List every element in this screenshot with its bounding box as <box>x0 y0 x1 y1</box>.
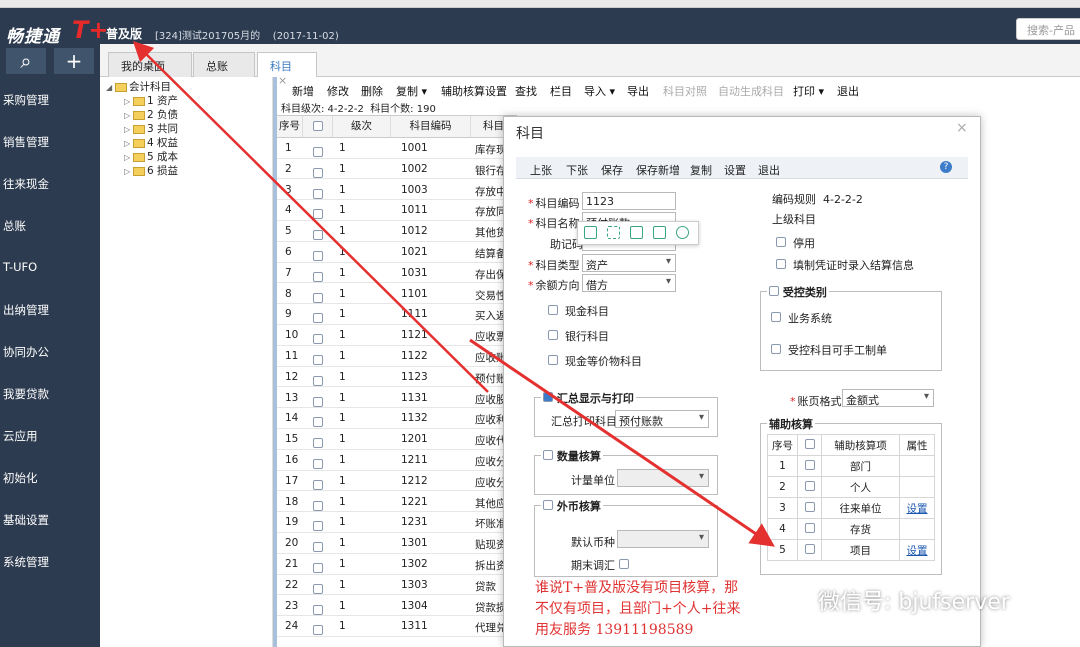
watermark: 微信号: bjufserver <box>818 590 1010 615</box>
arrow-to-edition <box>132 40 489 393</box>
arrow-to-project <box>469 338 775 547</box>
annotation-arrows <box>132 40 775 547</box>
